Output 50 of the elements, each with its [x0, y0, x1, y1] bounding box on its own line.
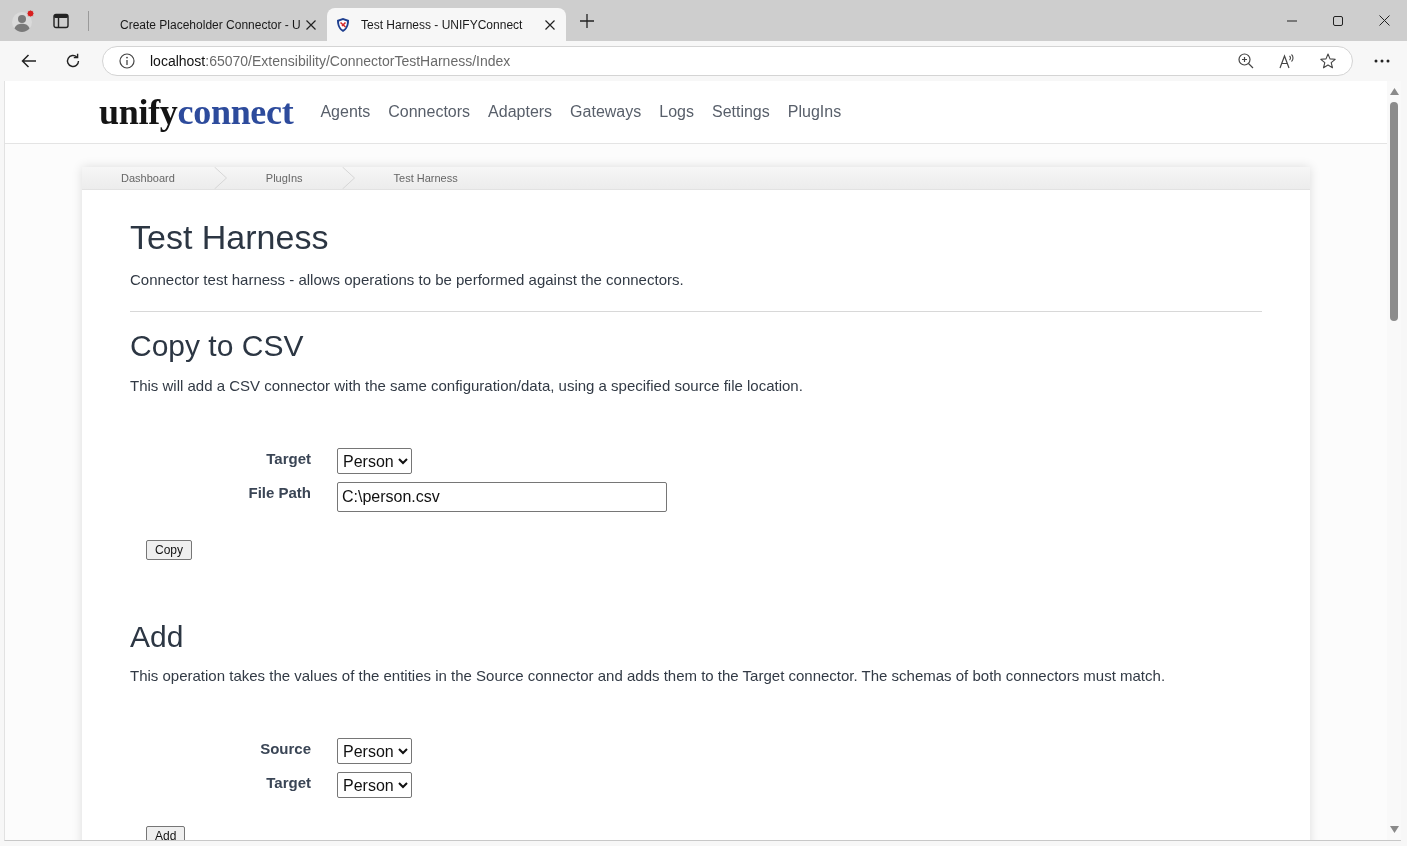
- refresh-icon[interactable]: [65, 53, 81, 69]
- field-label: Source: [259, 739, 311, 759]
- unifyconnect-logo[interactable]: unifyconnect: [99, 92, 294, 132]
- url-text[interactable]: localhost:65070/Extensibility/ConnectorTestHarness/Index: [150, 53, 511, 69]
- scroll-up-icon[interactable]: [1389, 88, 1399, 95]
- select-dropdown[interactable]: Person: [337, 738, 412, 764]
- nav-link[interactable]: Agents: [320, 103, 371, 121]
- close-window-icon[interactable]: [1378, 15, 1390, 26]
- more-options-icon[interactable]: [1374, 59, 1390, 63]
- field-label: File Path: [247, 483, 311, 503]
- section-description: This operation takes the values of the entities in the Source connector and adds them to the Target connector. The schemas of both connectors must match.: [130, 666, 1167, 686]
- page-description: Connector test harness - allows operations to be performed against the connectors.: [130, 270, 685, 290]
- address-bar[interactable]: localhost:65070/Extensibility/ConnectorTestHarness/Index: [102, 46, 1353, 76]
- section-heading: Copy to CSV: [130, 328, 305, 364]
- scrollbar-thumb[interactable]: [1390, 102, 1398, 321]
- shield-icon: [335, 16, 351, 33]
- info-icon[interactable]: [119, 53, 135, 69]
- back-arrow-icon[interactable]: [21, 53, 37, 69]
- text-input[interactable]: C:\person.csv: [337, 482, 667, 512]
- maximize-icon[interactable]: [1333, 15, 1343, 26]
- favorite-star-icon[interactable]: [1320, 53, 1336, 69]
- breadcrumb-current: Test Harness: [392, 171, 459, 186]
- nav-link[interactable]: Connectors: [388, 103, 471, 121]
- field-label: Target: [265, 449, 311, 469]
- page-title: Test Harness: [130, 217, 330, 257]
- nav-link[interactable]: Logs: [659, 103, 694, 121]
- scroll-down-icon[interactable]: [1389, 826, 1399, 833]
- window-panel-icon[interactable]: [53, 12, 69, 29]
- breadcrumb-link[interactable]: Dashboard: [82, 167, 214, 189]
- nav-link[interactable]: PlugIns: [787, 103, 842, 121]
- close-tab-icon[interactable]: [306, 19, 316, 30]
- read-aloud-icon[interactable]: [1279, 53, 1295, 69]
- zoom-in-icon[interactable]: [1238, 53, 1254, 69]
- new-tab-plus-icon[interactable]: [580, 13, 594, 28]
- nav-link[interactable]: Adapters: [488, 103, 553, 121]
- submit-button[interactable]: Copy: [146, 540, 192, 560]
- close-tab-icon[interactable]: [545, 19, 555, 30]
- section-heading: Add: [130, 619, 185, 655]
- section-description: This will add a CSV connector with the same configuration/data, using a specified source file location.: [130, 376, 804, 396]
- breadcrumb-link[interactable]: PlugIns: [226, 167, 342, 189]
- browser-tab[interactable]: Test Harness - UNIFYConnect: [327, 8, 566, 41]
- select-dropdown[interactable]: Person: [337, 448, 412, 474]
- submit-button[interactable]: Add: [146, 826, 186, 840]
- field-label: Target: [265, 773, 311, 793]
- browser-tab[interactable]: Create Placeholder Connector - U: [104, 8, 324, 41]
- profile-avatar-icon[interactable]: [11, 8, 35, 33]
- nav-link[interactable]: Settings: [711, 103, 770, 121]
- nav-link[interactable]: Gateways: [570, 103, 642, 121]
- select-dropdown[interactable]: Person: [337, 772, 412, 798]
- minimize-icon[interactable]: [1287, 19, 1297, 22]
